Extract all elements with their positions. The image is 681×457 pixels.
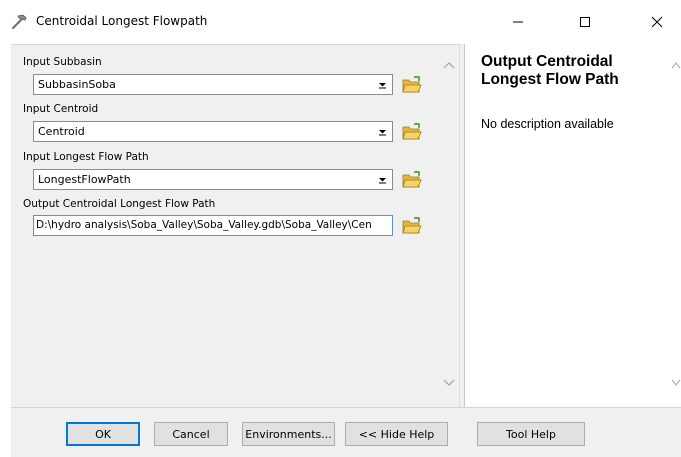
help-description: No description available	[481, 117, 614, 131]
chevron-down-icon[interactable]	[375, 77, 390, 92]
folder-open-icon	[402, 123, 422, 140]
input-subbasin-browse-button[interactable]	[401, 74, 423, 96]
hide-help-button[interactable]: << Hide Help	[345, 422, 448, 446]
minimize-button[interactable]	[495, 0, 541, 44]
cancel-button[interactable]: Cancel	[154, 422, 228, 446]
ok-button[interactable]: OK	[66, 422, 140, 446]
folder-open-icon	[402, 76, 422, 93]
input-centroid-browse-button[interactable]	[401, 121, 423, 143]
close-button[interactable]	[632, 0, 681, 44]
chevron-down-icon[interactable]	[671, 378, 681, 391]
window-title: Centroidal Longest Flowpath	[36, 14, 208, 28]
input-centroid-combo[interactable]: Centroid	[33, 121, 393, 142]
title-bar[interactable]: Centroidal Longest Flowpath	[0, 0, 681, 44]
chevron-up-icon[interactable]	[443, 60, 455, 73]
output-path-value: D:\hydro analysis\Soba_Valley\Soba_Valle…	[36, 219, 372, 231]
input-longest-flow-path-value: LongestFlowPath	[38, 173, 131, 186]
input-subbasin-label: Input Subbasin	[23, 56, 102, 68]
input-centroid-label: Input Centroid	[23, 103, 99, 115]
minimize-icon	[513, 21, 523, 23]
tool-help-button[interactable]: Tool Help	[477, 422, 585, 446]
environments-button[interactable]: Environments...	[242, 422, 335, 446]
chevron-down-icon[interactable]	[375, 172, 390, 187]
chevron-down-icon[interactable]	[443, 378, 455, 391]
input-centroid-value: Centroid	[38, 125, 85, 138]
input-subbasin-value: SubbasinSoba	[38, 78, 116, 91]
folder-open-icon	[402, 217, 422, 234]
maximize-button[interactable]	[562, 0, 608, 44]
help-panel: Output Centroidal Longest Flow Path No d…	[465, 44, 681, 407]
chevron-down-icon[interactable]	[375, 124, 390, 139]
close-icon	[651, 16, 662, 28]
chevron-up-icon[interactable]	[671, 60, 681, 73]
maximize-icon	[580, 17, 590, 27]
parameters-scrollbar[interactable]	[441, 44, 458, 407]
input-subbasin-combo[interactable]: SubbasinSoba	[33, 74, 393, 95]
input-longest-flow-path-browse-button[interactable]	[401, 169, 423, 191]
output-path-browse-button[interactable]	[401, 215, 423, 237]
output-path-input[interactable]: D:\hydro analysis\Soba_Valley\Soba_Valle…	[33, 215, 393, 236]
input-longest-flow-path-combo[interactable]: LongestFlowPath	[33, 169, 393, 190]
hammer-icon	[10, 13, 28, 31]
folder-open-icon	[402, 171, 422, 188]
help-title: Output Centroidal Longest Flow Path	[481, 53, 619, 88]
input-longest-flow-path-label: Input Longest Flow Path	[23, 151, 149, 163]
output-path-label: Output Centroidal Longest Flow Path	[23, 198, 216, 210]
